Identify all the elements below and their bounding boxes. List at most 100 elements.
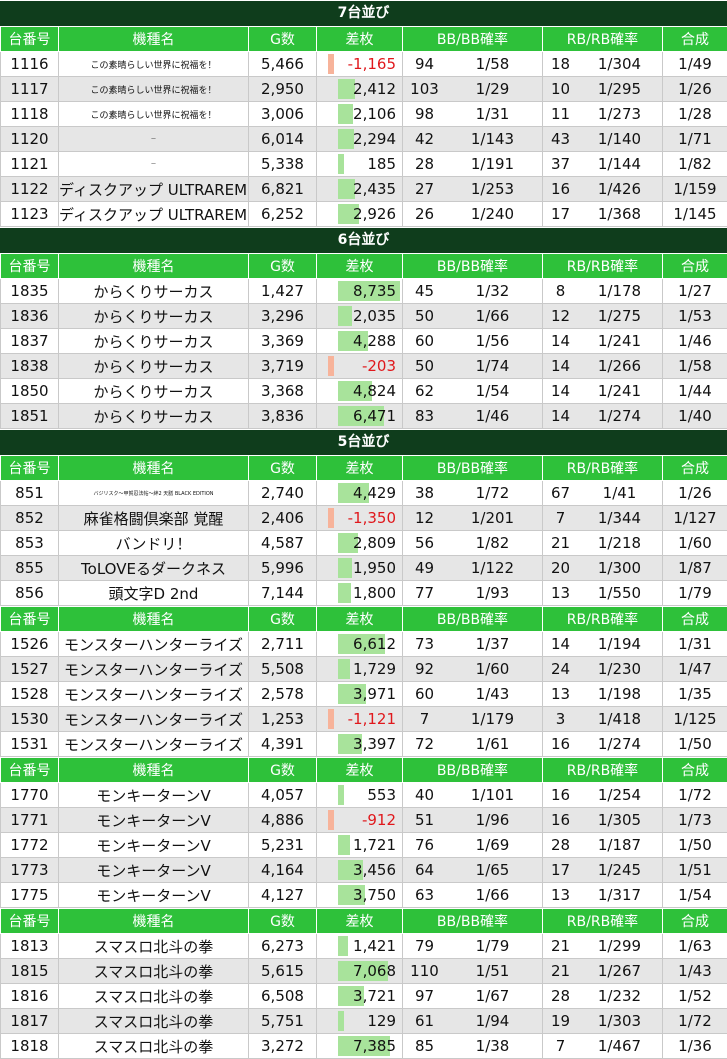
rb-cell: 71/344 xyxy=(543,506,663,531)
bb-rate: 1/65 xyxy=(445,861,541,879)
bb-count: 7 xyxy=(405,710,445,728)
bb-rate: 1/32 xyxy=(445,282,541,300)
rb-count: 11 xyxy=(544,105,578,123)
bb-rate: 1/101 xyxy=(445,786,541,804)
bb-rate: 1/191 xyxy=(445,155,541,173)
table-row: 1116この素晴らしい世界に祝福を！5,466-1,165941/58181/3… xyxy=(1,52,727,77)
rb-cell: 371/144 xyxy=(543,152,663,177)
bb-rate: 1/58 xyxy=(445,55,541,73)
table-row: 1120ー6,0142,294421/143431/1401/71 xyxy=(1,127,727,152)
table-row: 1528モンスターハンターライズ2,5783,971601/43131/1981… xyxy=(1,682,727,707)
game-count: 6,821 xyxy=(249,177,317,202)
game-count: 5,231 xyxy=(249,833,317,858)
diff-value: 1,421 xyxy=(353,937,396,955)
rb-count: 19 xyxy=(544,1012,578,1030)
machine-number: 1770 xyxy=(1,783,59,808)
diff-cell: -1,165 xyxy=(317,52,403,77)
machine-number: 1816 xyxy=(1,984,59,1009)
bb-rate: 1/31 xyxy=(445,105,541,123)
bb-count: 12 xyxy=(405,509,445,527)
machine-name: モンキーターンV xyxy=(59,883,249,908)
table-row: 1836からくりサーカス3,2962,035501/66121/2751/53 xyxy=(1,304,727,329)
rb-cell: 281/232 xyxy=(543,984,663,1009)
header-row: 台番号機種名G数差枚BB/BB確率RB/RB確率合成 xyxy=(1,456,727,481)
machine-name: からくりサーカス xyxy=(59,329,249,354)
column-header-name: 機種名 xyxy=(59,456,249,481)
game-count: 5,751 xyxy=(249,1009,317,1034)
negative-bar xyxy=(328,709,334,729)
rb-count: 21 xyxy=(544,937,578,955)
bb-cell: 1031/29 xyxy=(403,77,543,102)
rb-count: 16 xyxy=(544,180,578,198)
diff-cell: 2,294 xyxy=(317,127,403,152)
rb-count: 37 xyxy=(544,155,578,173)
machine-name: この素晴らしい世界に祝福を！ xyxy=(59,52,249,77)
header-row: 台番号機種名G数差枚BB/BB確率RB/RB確率合成 xyxy=(1,254,727,279)
machine-number: 1771 xyxy=(1,808,59,833)
rb-count: 43 xyxy=(544,130,578,148)
game-count: 3,369 xyxy=(249,329,317,354)
combined-rate: 1/63 xyxy=(663,934,727,959)
game-count: 4,391 xyxy=(249,732,317,757)
bb-cell: 271/253 xyxy=(403,177,543,202)
bb-rate: 1/66 xyxy=(445,307,541,325)
bb-count: 94 xyxy=(405,55,445,73)
rb-cell: 131/317 xyxy=(543,883,663,908)
column-header-games: G数 xyxy=(249,607,317,632)
diff-cell: 7,068 xyxy=(317,959,403,984)
column-header-total: 合成 xyxy=(663,27,727,52)
game-count: 5,615 xyxy=(249,959,317,984)
machine-name: ディスクアップ ULTRAREMIX xyxy=(59,177,249,202)
column-header-rb: RB/RB確率 xyxy=(543,254,663,279)
diff-value: 553 xyxy=(367,786,396,804)
diff-value: -203 xyxy=(362,357,396,375)
column-header-bb: BB/BB確率 xyxy=(403,607,543,632)
table-row: 1527モンスターハンターライズ5,5081,729921/60241/2301… xyxy=(1,657,727,682)
machine-name: からくりサーカス xyxy=(59,304,249,329)
rb-count: 16 xyxy=(544,786,578,804)
diff-cell: 6,471 xyxy=(317,404,403,429)
bb-rate: 1/79 xyxy=(445,937,541,955)
positive-bar xyxy=(338,306,352,326)
rb-cell: 191/303 xyxy=(543,1009,663,1034)
diff-value: 3,750 xyxy=(353,886,396,904)
rb-rate: 1/295 xyxy=(578,80,662,98)
bb-rate: 1/56 xyxy=(445,332,541,350)
game-count: 3,272 xyxy=(249,1034,317,1059)
column-header-rb: RB/RB確率 xyxy=(543,456,663,481)
bb-count: 42 xyxy=(405,130,445,148)
bb-cell: 831/46 xyxy=(403,404,543,429)
rb-cell: 211/267 xyxy=(543,959,663,984)
bb-cell: 601/43 xyxy=(403,682,543,707)
table-row: 1121ー5,338185281/191371/1441/82 xyxy=(1,152,727,177)
column-header-bb: BB/BB確率 xyxy=(403,758,543,783)
diff-value: 129 xyxy=(367,1012,396,1030)
rb-count: 18 xyxy=(544,55,578,73)
combined-rate: 1/60 xyxy=(663,531,727,556)
diff-value: -1,350 xyxy=(348,509,396,527)
combined-rate: 1/49 xyxy=(663,52,727,77)
table-row: 1773モンキーターンV4,1643,456641/65171/2451/51 xyxy=(1,858,727,883)
diff-value: 3,397 xyxy=(353,735,396,753)
bb-rate: 1/240 xyxy=(445,205,541,223)
column-header-diff: 差枚 xyxy=(317,758,403,783)
bb-cell: 611/94 xyxy=(403,1009,543,1034)
combined-rate: 1/50 xyxy=(663,833,727,858)
machine-number: 1817 xyxy=(1,1009,59,1034)
column-header-name: 機種名 xyxy=(59,254,249,279)
bb-count: 60 xyxy=(405,685,445,703)
diff-cell: 3,721 xyxy=(317,984,403,1009)
positive-bar xyxy=(338,785,344,805)
table-row: 1771モンキーターンV4,886-912511/96161/3051/73 xyxy=(1,808,727,833)
bb-count: 28 xyxy=(405,155,445,173)
data-table: 台番号機種名G数差枚BB/BB確率RB/RB確率合成1116この素晴らしい世界に… xyxy=(0,26,727,227)
rb-rate: 1/232 xyxy=(578,987,662,1005)
machine-name: モンスターハンターライズ xyxy=(59,682,249,707)
machine-name: ー xyxy=(59,127,249,152)
machine-name: モンキーターンV xyxy=(59,833,249,858)
combined-rate: 1/31 xyxy=(663,632,727,657)
column-header-diff: 差枚 xyxy=(317,27,403,52)
diff-cell: 3,971 xyxy=(317,682,403,707)
game-count: 6,014 xyxy=(249,127,317,152)
machine-name: からくりサーカス xyxy=(59,379,249,404)
